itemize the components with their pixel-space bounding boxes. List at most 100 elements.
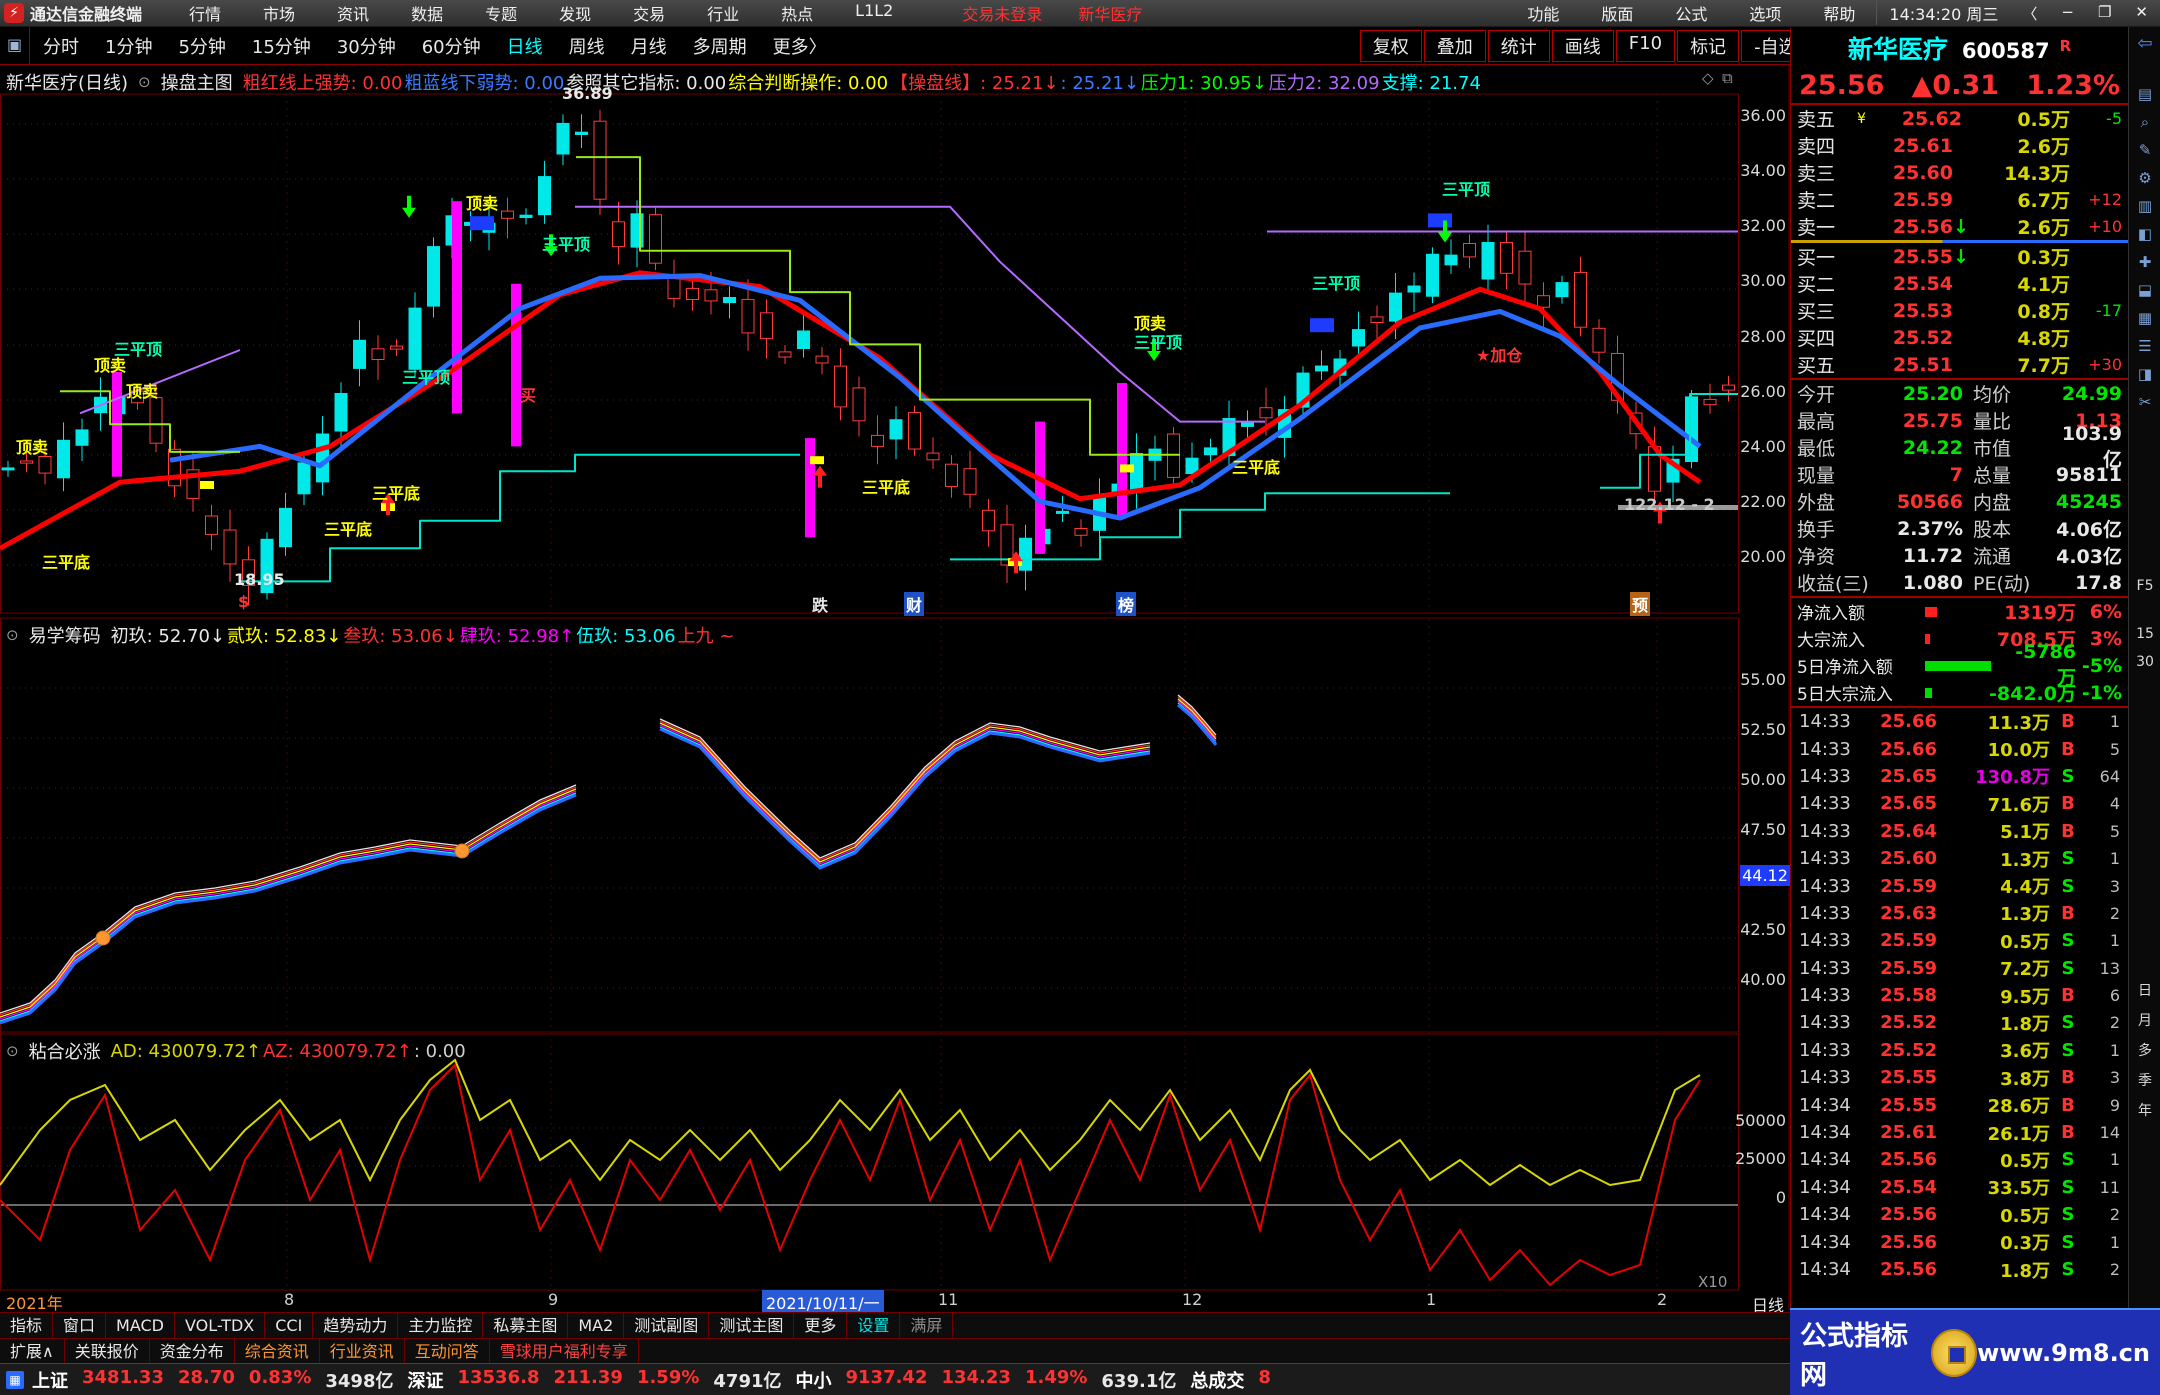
- period-shortcut[interactable]: 日: [2129, 980, 2160, 1000]
- toolbar-icon[interactable]: ✂: [2129, 393, 2160, 411]
- mid-indicator-name[interactable]: 易学筹码: [29, 622, 101, 648]
- indicator-tab[interactable]: 窗口: [53, 1313, 106, 1338]
- toolbar-icon[interactable]: ⌕: [2129, 113, 2160, 131]
- menu-item[interactable]: 版面: [1580, 1, 1654, 25]
- indicator-tab[interactable]: 主力监控: [398, 1313, 483, 1338]
- indicator-tab[interactable]: 私募主图: [483, 1313, 568, 1338]
- extension-tab[interactable]: 关联报价: [65, 1339, 150, 1363]
- index-quote-segment[interactable]: 深证: [407, 1367, 443, 1393]
- index-quote-segment[interactable]: 134.23: [941, 1367, 1010, 1393]
- pane-corner-icon[interactable]: ◇: [1702, 69, 1714, 87]
- window-control-button[interactable]: −: [2049, 3, 2086, 24]
- period-tab[interactable]: 多周期: [680, 33, 760, 59]
- toolbar-icon[interactable]: ✚: [2129, 253, 2160, 271]
- pane-corner-icon[interactable]: ⧉: [1722, 69, 1733, 87]
- extension-tab[interactable]: 雪球用户福利专享: [490, 1339, 639, 1363]
- market-grid-icon[interactable]: ▦: [6, 1371, 24, 1389]
- period-tab[interactable]: 1分钟: [92, 33, 165, 59]
- index-quote-segment[interactable]: 639.1亿: [1101, 1367, 1176, 1393]
- alert-item[interactable]: 交易未登录: [944, 1, 1060, 25]
- chart-region[interactable]: 新华医疗(日线) ⊙ 操盘主图 粗红线上强势: 0.00粗蓝线下弱势: 0.00…: [0, 65, 1790, 1310]
- index-quote-segment[interactable]: 1.59%: [637, 1367, 699, 1393]
- tick-list[interactable]: 14:33 25.66 11.3万 B 1 14:33 25.66 10.0万 …: [1791, 706, 2128, 1283]
- collapse-panel-icon[interactable]: ⇦: [2129, 33, 2160, 54]
- toolbar-icon[interactable]: ☰: [2129, 337, 2160, 355]
- period-shortcut[interactable]: 月: [2129, 1010, 2160, 1030]
- menu-item[interactable]: 交易: [612, 1, 686, 25]
- alert-item[interactable]: 新华医疗: [1060, 1, 1160, 25]
- window-control-button[interactable]: ✕: [2123, 3, 2160, 24]
- chart-tool-button[interactable]: 叠加: [1424, 30, 1486, 62]
- shortcut-label[interactable]: F5: [2129, 578, 2160, 594]
- index-quote-segment[interactable]: 28.70: [178, 1367, 235, 1393]
- window-control-button[interactable]: 〈: [2010, 3, 2049, 24]
- menu-item[interactable]: 帮助: [1802, 1, 1876, 25]
- layout-icon[interactable]: ▣: [0, 27, 30, 64]
- period-tab[interactable]: 月线: [618, 33, 680, 59]
- period-tab[interactable]: 15分钟: [239, 33, 324, 59]
- index-quote-segment[interactable]: 4791亿: [713, 1367, 781, 1393]
- index-quote-segment[interactable]: 上证: [32, 1367, 68, 1393]
- watermark-url[interactable]: www.9m8.cn: [1977, 1339, 2150, 1367]
- menu-item[interactable]: 市场: [242, 1, 316, 25]
- index-quote-segment[interactable]: 8: [1258, 1367, 1271, 1393]
- extension-tab[interactable]: 综合资讯: [235, 1339, 320, 1363]
- toolbar-icon[interactable]: ▤: [2129, 85, 2160, 103]
- extension-tab[interactable]: 扩展∧: [0, 1339, 65, 1363]
- period-tab[interactable]: 周线: [556, 33, 618, 59]
- period-shortcut[interactable]: 多: [2129, 1040, 2160, 1060]
- main-indicator-name[interactable]: 操盘主图: [161, 69, 233, 95]
- extension-tab[interactable]: 互动问答: [405, 1339, 490, 1363]
- period-tab[interactable]: 5分钟: [165, 33, 238, 59]
- index-quote-segment[interactable]: 3498亿: [325, 1367, 393, 1393]
- menu-item[interactable]: 行情: [168, 1, 242, 25]
- indicator-cycle-icon[interactable]: ⊙: [6, 1042, 19, 1060]
- toolbar-icon[interactable]: ▥: [2129, 197, 2160, 215]
- indicator-tab[interactable]: 测试主图: [709, 1313, 794, 1338]
- indicator-tab[interactable]: 更多: [794, 1313, 847, 1338]
- indicator-tab[interactable]: MACD: [106, 1313, 175, 1338]
- chart-tool-button[interactable]: 复权: [1360, 30, 1422, 62]
- chart-tool-button[interactable]: 画线: [1552, 30, 1614, 62]
- collapse-chevron-icon[interactable]: ⊙: [138, 73, 151, 91]
- chart-tool-button[interactable]: 统计: [1488, 30, 1550, 62]
- period-shortcut[interactable]: 年: [2129, 1100, 2160, 1120]
- index-quote-segment[interactable]: 0.83%: [249, 1367, 311, 1393]
- toolbar-icon[interactable]: ▦: [2129, 309, 2160, 327]
- index-quote-segment[interactable]: 13536.8: [457, 1367, 539, 1393]
- indicator-tab[interactable]: 指标: [0, 1313, 53, 1338]
- indicator-tab[interactable]: CCI: [265, 1313, 313, 1338]
- shortcut-label[interactable]: 15: [2129, 626, 2160, 642]
- menu-item[interactable]: 资讯: [316, 1, 390, 25]
- extension-tab[interactable]: 资金分布: [150, 1339, 235, 1363]
- period-tab[interactable]: 日线: [494, 33, 556, 59]
- index-quote-segment[interactable]: 总成交: [1190, 1367, 1244, 1393]
- period-tab[interactable]: 30分钟: [324, 33, 409, 59]
- indicator-tab[interactable]: VOL-TDX: [175, 1313, 265, 1338]
- index-quote-segment[interactable]: 3481.33: [82, 1367, 164, 1393]
- index-quote-segment[interactable]: 9137.42: [846, 1367, 928, 1393]
- indicator-tab[interactable]: 满屏: [900, 1313, 953, 1338]
- toolbar-icon[interactable]: ⬓: [2129, 281, 2160, 299]
- period-tab[interactable]: 60分钟: [409, 33, 494, 59]
- index-quote-segment[interactable]: 1.49%: [1025, 1367, 1087, 1393]
- toolbar-icon[interactable]: ✎: [2129, 141, 2160, 159]
- menu-item[interactable]: 发现: [538, 1, 612, 25]
- extension-tab[interactable]: 行业资讯: [320, 1339, 405, 1363]
- menu-item[interactable]: 数据: [390, 1, 464, 25]
- toolbar-icon[interactable]: ⚙: [2129, 169, 2160, 187]
- menu-item[interactable]: L1L2: [834, 1, 914, 25]
- toolbar-icon[interactable]: ◧: [2129, 225, 2160, 243]
- menu-item[interactable]: 选项: [1728, 1, 1802, 25]
- index-quote-segment[interactable]: 中小: [796, 1367, 832, 1393]
- toolbar-icon[interactable]: ◨: [2129, 365, 2160, 383]
- indicator-cycle-icon[interactable]: ⊙: [6, 626, 19, 644]
- period-shortcut[interactable]: 季: [2129, 1070, 2160, 1090]
- indicator-tab[interactable]: 趋势动力: [313, 1313, 398, 1338]
- chart-tool-button[interactable]: 标记: [1677, 30, 1739, 62]
- index-quote-segment[interactable]: 211.39: [553, 1367, 622, 1393]
- indicator-tab[interactable]: 设置: [847, 1313, 900, 1338]
- menu-item[interactable]: 公式: [1654, 1, 1728, 25]
- window-control-button[interactable]: ❐: [2086, 3, 2123, 24]
- menu-item[interactable]: 热点: [760, 1, 834, 25]
